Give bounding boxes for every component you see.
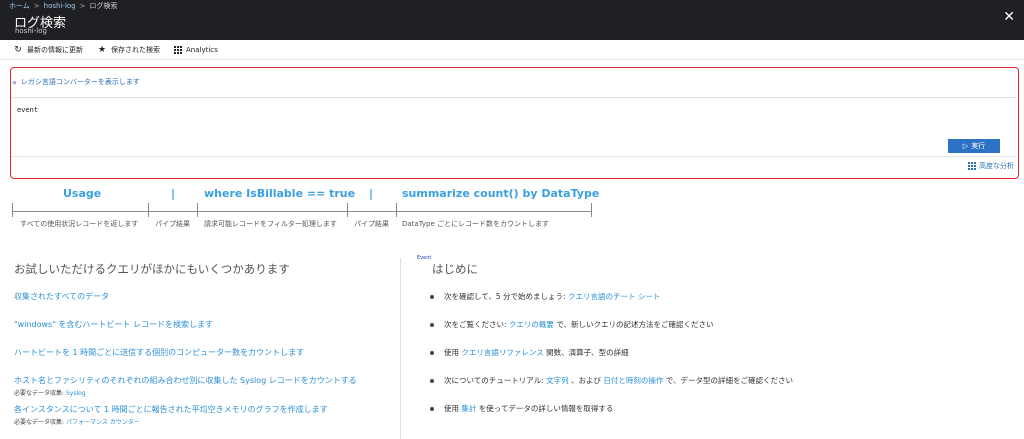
item-link[interactable]: クエリ言語リファレンス bbox=[461, 347, 543, 358]
item-text: 使用 bbox=[444, 348, 459, 357]
required-data-link[interactable]: Syslog bbox=[66, 390, 86, 397]
refresh-button[interactable]: ↻ 最新の情報に更新 bbox=[13, 45, 83, 55]
getting-started-item: 次をご覧ください: クエリの概要 で、新しいクエリの記述方法をご確認ください bbox=[430, 319, 714, 330]
saved-searches-button[interactable]: ★ 保存された検索 bbox=[97, 45, 160, 55]
syntax-part: Usage bbox=[63, 187, 102, 200]
close-icon[interactable]: ✕ bbox=[1003, 10, 1015, 24]
divider bbox=[11, 97, 1017, 98]
double-chevron-down-icon: » bbox=[12, 77, 17, 87]
star-icon: ★ bbox=[97, 44, 107, 55]
syntax-part: where IsBillable == true bbox=[204, 187, 356, 200]
query-input[interactable]: event bbox=[17, 106, 38, 114]
syntax-ruler bbox=[12, 211, 592, 212]
breadcrumb-home[interactable]: ホーム bbox=[9, 1, 30, 11]
getting-started-heading: はじめに bbox=[432, 262, 478, 276]
advanced-analytics-label: 高度な分析 bbox=[979, 162, 1014, 170]
grid-icon bbox=[174, 45, 182, 54]
item-link[interactable]: クエリの概要 bbox=[509, 319, 554, 330]
sample-query-link[interactable]: ハートビートを 1 時間ごとに送信する個別のコンピューター数をカウントします bbox=[14, 347, 304, 358]
item-text: 関数、演算子、型の詳細 bbox=[546, 348, 629, 357]
page-subtitle: hoshi-log bbox=[15, 27, 47, 35]
sample-queries-heading: お試しいただけるクエリがほかにもいくつかあります bbox=[14, 262, 290, 276]
event-tag: Event bbox=[417, 255, 432, 261]
item-link[interactable]: 文字列 bbox=[546, 375, 569, 386]
item-text: 次をご覧ください: bbox=[444, 320, 507, 329]
sample-query-link[interactable]: ホスト名とファシリティのそれぞれの組み合わせ別に収集した Syslog レコード… bbox=[14, 375, 357, 386]
run-label: 実行 bbox=[971, 142, 986, 150]
item-text: で、新しいクエリの記述方法をご確認ください bbox=[556, 320, 714, 329]
required-data-link[interactable]: パフォーマンス カウンター bbox=[66, 419, 140, 426]
title-bar: ホーム > hoshi-log > ログ検索 ログ検索 hoshi-log ✕ bbox=[0, 0, 1024, 40]
breadcrumb-separator: > bbox=[33, 2, 40, 10]
item-link[interactable]: 日付と時刻の操作 bbox=[603, 375, 663, 386]
syntax-description: 請求可能レコードをフィルター処理します bbox=[204, 220, 337, 228]
divider bbox=[11, 156, 1017, 157]
bullet-icon bbox=[430, 350, 434, 355]
syntax-description: すべての使用状況レコードを返します bbox=[20, 220, 139, 228]
required-data-prefix: 必要なデータ収集: bbox=[14, 390, 65, 397]
getting-started-item: 次についてのチュートリアル: 文字列 、および 日付と時刻の操作 で、データ型の… bbox=[430, 375, 793, 386]
breadcrumb-current: ログ検索 bbox=[89, 2, 118, 10]
syntax-tick bbox=[12, 203, 13, 217]
sample-query-link[interactable]: 各インスタンスについて 1 時間ごとに報告された平均空きメモリのグラフを作成しま… bbox=[14, 404, 328, 415]
refresh-label: 最新の情報に更新 bbox=[27, 45, 83, 54]
syntax-description: DataType ごとにレコード数をカウントします bbox=[402, 220, 550, 228]
item-text: 使用 bbox=[444, 404, 459, 413]
sample-query-link[interactable]: 収集されたすべてのデータ bbox=[14, 291, 109, 302]
analytics-label: Analytics bbox=[186, 45, 218, 54]
getting-started-item: 使用 クエリ言語リファレンス 関数、演算子、型の詳細 bbox=[430, 347, 629, 358]
syntax-tick bbox=[148, 203, 149, 217]
item-link[interactable]: 集計 bbox=[461, 403, 476, 414]
syntax-description: パイプ結果 bbox=[354, 220, 389, 228]
query-editor-panel bbox=[10, 67, 1019, 179]
refresh-icon: ↻ bbox=[14, 44, 22, 55]
syntax-tick bbox=[197, 203, 198, 217]
syntax-part: summarize count() by DataType bbox=[402, 187, 600, 200]
bullet-icon bbox=[430, 406, 434, 411]
sample-query-link[interactable]: "windows" を含むハートビート レコードを検索します bbox=[14, 319, 213, 330]
legacy-converter-label: レガシ言語コンバーターを表示します bbox=[20, 78, 140, 86]
column-divider bbox=[400, 258, 401, 439]
bullet-icon bbox=[430, 378, 434, 383]
item-text: 、および bbox=[571, 376, 602, 385]
run-button[interactable]: ▷ 実行 bbox=[948, 139, 1000, 153]
bullet-icon bbox=[430, 294, 434, 299]
getting-started-item: 使用 集計 を使ってデータの詳しい情報を取得する bbox=[430, 403, 613, 414]
breadcrumb-workspace[interactable]: hoshi-log bbox=[44, 2, 76, 10]
syntax-part: | bbox=[171, 187, 176, 200]
getting-started-item: 次を確認して、5 分で始めましょう: クエリ言語のチート シート bbox=[430, 291, 660, 302]
required-data-prefix: 必要なデータ収集: bbox=[14, 419, 65, 426]
bullet-icon bbox=[430, 322, 434, 327]
saved-searches-label: 保存された検索 bbox=[111, 45, 160, 54]
play-icon: ▷ bbox=[962, 142, 969, 150]
breadcrumb-separator: > bbox=[79, 2, 86, 10]
item-text: で、データ型の詳細をご確認ください bbox=[665, 376, 793, 385]
item-link[interactable]: クエリ言語のチート シート bbox=[568, 291, 660, 302]
syntax-part: | bbox=[369, 187, 374, 200]
analytics-button[interactable]: Analytics bbox=[174, 45, 218, 54]
required-data-note: 必要なデータ収集: Syslog bbox=[14, 388, 86, 397]
syntax-tick bbox=[347, 203, 348, 217]
advanced-analytics-link[interactable]: 高度な分析 bbox=[968, 161, 1014, 171]
legacy-converter-toggle[interactable]: » レガシ言語コンバーターを表示します bbox=[12, 77, 140, 87]
syntax-tick bbox=[396, 203, 397, 217]
item-text: を使ってデータの詳しい情報を取得する bbox=[478, 404, 614, 413]
syntax-description: パイプ結果 bbox=[155, 220, 190, 228]
required-data-note: 必要なデータ収集: パフォーマンス カウンター bbox=[14, 417, 140, 426]
toolbar: ↻ 最新の情報に更新 ★ 保存された検索 Analytics bbox=[0, 40, 1024, 60]
item-text: 次についてのチュートリアル: bbox=[444, 376, 544, 385]
grid-icon bbox=[968, 162, 976, 170]
breadcrumb: ホーム > hoshi-log > ログ検索 bbox=[9, 1, 118, 11]
syntax-tick bbox=[591, 203, 592, 217]
item-text: 次を確認して、5 分で始めましょう: bbox=[444, 292, 566, 301]
